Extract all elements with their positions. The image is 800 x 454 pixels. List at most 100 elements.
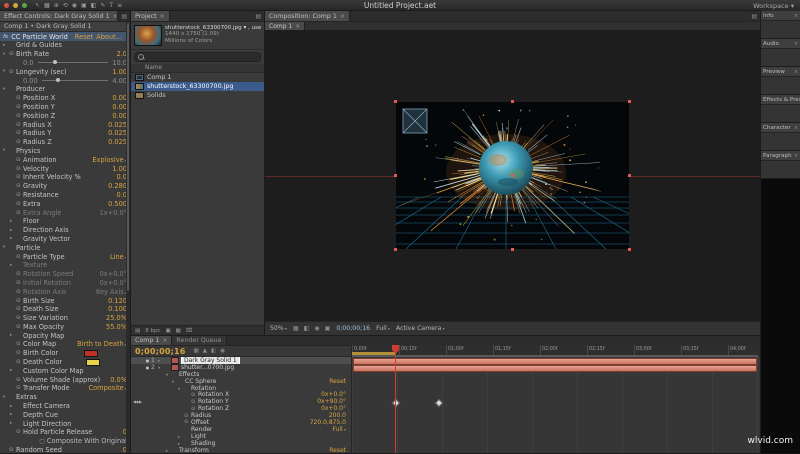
scrollbar[interactable] (126, 21, 130, 453)
hand-tool-icon[interactable]: ▦ (44, 0, 50, 11)
twirl-icon[interactable]: ▸ (178, 441, 184, 446)
close-icon[interactable] (794, 125, 798, 131)
effect-parameter-row[interactable]: 0.00 4.00 (0, 76, 130, 85)
twirl-icon[interactable]: ▸ (166, 448, 172, 453)
effect-parameter-row[interactable]: ⊙ Velocity 1.00 (0, 164, 130, 173)
twirl-icon[interactable]: ▸ (10, 412, 16, 417)
resolution-dropdown[interactable]: Full (376, 325, 390, 332)
effect-parameter-row[interactable]: ▸ Direction Axis (0, 226, 130, 235)
workspace-menu-icon[interactable]: ≡ (117, 0, 122, 11)
project-item[interactable]: Solids (131, 91, 264, 100)
close-window-button[interactable] (4, 3, 9, 8)
effect-parameter-row[interactable]: ⊙ Death Color (0, 358, 130, 367)
twirl-icon[interactable]: ▸ (10, 219, 16, 224)
effect-parameter-row[interactable]: ⊙ Volume Shade (approx) 0.0% (0, 375, 130, 384)
selection-handle[interactable] (394, 174, 397, 177)
workspace-dropdown[interactable]: Workspace ▾ (753, 2, 800, 10)
new-composition-icon[interactable]: ▦ (176, 328, 181, 334)
stopwatch-icon[interactable]: ⊙ (9, 69, 16, 75)
tab-render-queue[interactable]: Render Queue (172, 336, 226, 345)
dock-panel[interactable]: Character (761, 123, 800, 151)
composition-viewport[interactable] (265, 30, 760, 322)
timeline-row[interactable]: ▸ Light (131, 433, 351, 440)
anchor-point[interactable] (511, 174, 514, 177)
effect-parameter-row[interactable]: ▸ Texture (0, 261, 130, 270)
effect-parameter-row[interactable]: ▾ ⊙ Birth Rate 2.0 (0, 50, 130, 59)
twirl-icon[interactable]: ▸ (10, 368, 16, 373)
dock-panel[interactable]: Effects & Presets (761, 95, 800, 123)
draft-3d-icon[interactable]: ▲ (203, 348, 207, 354)
channels-icon[interactable]: ▣ (325, 325, 331, 332)
layer-duration-bar[interactable] (353, 365, 757, 372)
effect-parameter-row[interactable]: ⊙ Size Variation 25.0% (0, 314, 130, 323)
twirl-icon[interactable]: ▸ (178, 434, 184, 439)
current-time-display[interactable]: 0;00;00;16 (131, 347, 186, 356)
twirl-icon[interactable]: ▾ (3, 87, 9, 92)
effect-parameter-row[interactable]: ▸ Grid & Guides (0, 41, 130, 50)
effect-parameter-row[interactable]: ⊙ Death Size 0.100 (0, 305, 130, 314)
parameter-value[interactable]: Key Axis (96, 288, 130, 296)
close-icon[interactable] (794, 41, 798, 47)
stopwatch-icon[interactable]: ⊙ (191, 399, 198, 405)
frame-blending-icon[interactable]: ◧ (211, 348, 216, 354)
stopwatch-icon[interactable]: ⊙ (16, 377, 23, 383)
twirl-icon[interactable]: ▸ (10, 236, 16, 241)
row-value[interactable]: 0x+0.0° (321, 391, 351, 398)
zoom-level-dropdown[interactable]: 50% (270, 325, 287, 332)
stopwatch-icon[interactable]: ⊙ (16, 350, 23, 356)
about-button[interactable]: About... (96, 33, 127, 41)
effect-parameter-row[interactable]: ⊙ Resistance 0.0 (0, 191, 130, 200)
twirl-icon[interactable]: ▾ (172, 379, 178, 384)
zoom-window-button[interactable] (22, 3, 27, 8)
pan-behind-tool-icon[interactable]: ▣ (81, 0, 87, 11)
effect-parameter-row[interactable]: ⊙ Initial Rotation 0x+0.0° (0, 279, 130, 288)
layer-bars-area[interactable] (352, 357, 760, 453)
stopwatch-icon[interactable]: ⊙ (16, 139, 23, 145)
stopwatch-icon[interactable]: ⊙ (16, 174, 23, 180)
effect-parameter-row[interactable]: ▸ Light Direction (0, 419, 130, 428)
effect-parameter-row[interactable]: ▸ Opacity Map (0, 331, 130, 340)
color-depth-icon[interactable]: 8 bpc (145, 328, 160, 334)
close-icon[interactable] (794, 153, 798, 159)
project-item[interactable]: shutterstock_63300700.jpg (131, 82, 264, 91)
effect-header-row[interactable]: fx CC Particle World Reset About... (0, 32, 130, 41)
text-tool-icon[interactable]: T (109, 0, 113, 11)
close-icon[interactable] (340, 13, 345, 20)
pen-tool-icon[interactable]: ✎ (100, 0, 105, 11)
timeline-row[interactable]: ▸ Shading (131, 440, 351, 447)
color-swatch[interactable] (86, 359, 100, 366)
effect-parameter-row[interactable]: ▾ Producer (0, 85, 130, 94)
rotate-tool-icon[interactable]: ⟲ (63, 0, 68, 11)
twirl-icon[interactable]: ▾ (3, 245, 9, 250)
row-value[interactable]: Reset (329, 378, 351, 385)
twirl-icon[interactable]: ▸ (158, 358, 164, 363)
camera-view-dropdown[interactable]: Active Camera (396, 325, 445, 332)
selection-handle[interactable] (394, 248, 397, 251)
close-icon[interactable] (295, 23, 300, 30)
effect-parameter-row[interactable]: ⊙ Inherit Velocity % 0.0 (0, 173, 130, 182)
stopwatch-icon[interactable]: ⊙ (16, 104, 23, 110)
effect-parameter-row[interactable]: ⊙ Radius Z 0.025 (0, 138, 130, 147)
effect-parameter-row[interactable]: ⊙ Transfer Mode Composite (0, 384, 130, 393)
layer-color-chip[interactable] (171, 357, 179, 364)
stopwatch-icon[interactable]: ⊙ (16, 210, 23, 216)
effect-parameter-row[interactable]: ⊙ Extra 0.500 (0, 199, 130, 208)
minimize-window-button[interactable] (13, 3, 18, 8)
parameter-value[interactable]: Composite With Original (39, 437, 130, 445)
selection-handle[interactable] (628, 100, 631, 103)
dock-panel[interactable]: Paragraph (761, 151, 800, 179)
timeline-row[interactable]: ⊙ Rotation X 0x+0.0° (131, 391, 351, 398)
timeline-row[interactable]: ⊙ Offset 720.0,875.0 (131, 419, 351, 426)
effect-parameter-row[interactable]: ▸ Gravity Vector (0, 235, 130, 244)
panel-menu-icon[interactable] (118, 11, 130, 21)
stopwatch-icon[interactable]: ⊙ (16, 95, 23, 101)
stopwatch-icon[interactable]: ⊙ (16, 315, 23, 321)
reset-button[interactable]: Reset (75, 33, 93, 41)
current-time-button[interactable]: 0;00;00;16 (336, 325, 370, 332)
timeline-row[interactable]: 1 ▸ Dark Gray Solid 1 (131, 357, 351, 364)
twirl-icon[interactable]: ▾ (178, 386, 184, 391)
dock-panel[interactable]: Preview (761, 67, 800, 95)
layer-color-chip[interactable] (171, 364, 179, 371)
stopwatch-icon[interactable]: ⊙ (191, 392, 198, 398)
timeline-row[interactable]: ▾ Effects (131, 371, 351, 378)
